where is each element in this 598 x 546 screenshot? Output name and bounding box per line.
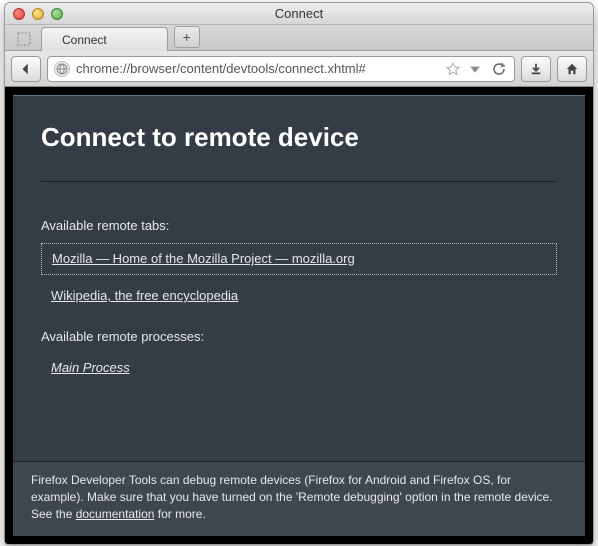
remote-tabs-list: Mozilla — Home of the Mozilla Project — …: [41, 243, 557, 311]
minimize-window-button[interactable]: [32, 8, 44, 20]
documentation-link[interactable]: documentation: [76, 507, 155, 521]
browser-window: Connect Connect + chrome://browser/conte…: [4, 2, 594, 545]
url-bar[interactable]: chrome://browser/content/devtools/connec…: [47, 56, 515, 82]
tab-label: Connect: [62, 33, 107, 47]
remote-tab-item[interactable]: Wikipedia, the free encyclopedia: [41, 281, 557, 311]
traffic-lights: [13, 8, 63, 20]
back-button[interactable]: [11, 56, 41, 82]
home-button[interactable]: [557, 56, 587, 82]
downloads-button[interactable]: [521, 56, 551, 82]
dropdown-icon[interactable]: [468, 62, 482, 76]
footer-text-post: for more.: [154, 507, 205, 521]
reload-button[interactable]: [490, 60, 508, 78]
urlbar-right-controls: [446, 60, 508, 78]
remote-process-link[interactable]: Main Process: [41, 354, 140, 381]
remote-tab-link[interactable]: Wikipedia, the free encyclopedia: [51, 288, 238, 303]
home-icon: [565, 62, 579, 76]
new-tab-button[interactable]: +: [174, 26, 200, 48]
url-text: chrome://browser/content/devtools/connec…: [76, 61, 440, 76]
remote-tabs-label: Available remote tabs:: [41, 218, 557, 233]
content-area: Connect to remote device Available remot…: [5, 87, 593, 544]
tab-connect[interactable]: Connect: [41, 27, 168, 51]
titlebar: Connect: [5, 3, 593, 25]
close-window-button[interactable]: [13, 8, 25, 20]
back-icon: [19, 62, 33, 76]
connect-panel: Connect to remote device Available remot…: [13, 95, 585, 536]
navigation-toolbar: chrome://browser/content/devtools/connec…: [5, 51, 593, 87]
page-heading: Connect to remote device: [41, 122, 557, 153]
window-title: Connect: [5, 6, 593, 21]
zoom-window-button[interactable]: [51, 8, 63, 20]
tab-bar: Connect +: [5, 25, 593, 51]
divider: [41, 181, 557, 182]
bookmark-star-icon[interactable]: [446, 62, 460, 76]
tab-favicon-placeholder-icon: [13, 28, 35, 50]
download-icon: [529, 62, 543, 76]
footer-note: Firefox Developer Tools can debug remote…: [13, 461, 585, 536]
remote-tab-item[interactable]: Mozilla — Home of the Mozilla Project — …: [41, 243, 557, 275]
globe-icon: [54, 61, 70, 77]
reload-icon: [492, 62, 506, 76]
remote-processes-label: Available remote processes:: [41, 329, 557, 344]
plus-icon: +: [183, 29, 191, 45]
remote-tab-link[interactable]: Mozilla — Home of the Mozilla Project — …: [52, 251, 355, 266]
